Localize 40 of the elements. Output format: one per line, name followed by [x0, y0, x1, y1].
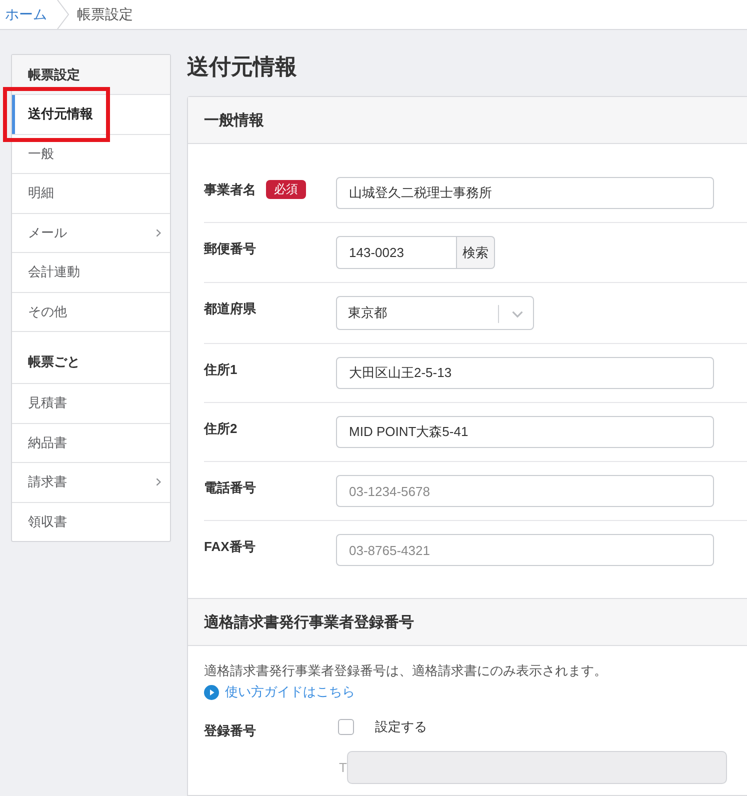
input-field[interactable]: 03-8765-4321 — [336, 534, 714, 566]
section-header: 一般情報 — [188, 97, 747, 144]
breadcrumb-current: 帳票設定 — [77, 6, 133, 24]
sidebar-item[interactable]: メール — [12, 214, 170, 252]
page-title: 送付元情報 — [187, 54, 298, 81]
play-circle-icon — [204, 684, 219, 700]
section-header: 適格請求書発行事業者登録番号 — [188, 598, 747, 646]
sidebar-item[interactable]: 請求書 — [12, 463, 170, 502]
field-label: 住所1 — [204, 360, 238, 378]
sidebar-item[interactable]: 会計連動 — [12, 253, 170, 292]
input-field[interactable]: 山城登久二税理士事務所 — [336, 177, 714, 209]
breadcrumb-link[interactable]: ホーム — [5, 6, 47, 24]
select-field[interactable]: 東京都 — [336, 296, 534, 330]
sidebar-heading: 帳票設定 — [12, 55, 170, 95]
sidebar-item[interactable]: 明細 — [12, 174, 170, 212]
input-field[interactable]: 03-1234-5678 — [336, 475, 714, 507]
sidebar-item[interactable]: 納品書 — [12, 424, 170, 462]
sidebar-item[interactable]: 領収書 — [12, 502, 170, 541]
sidebar-item[interactable]: 見積書 — [12, 384, 170, 422]
field-label: 都道府県 — [204, 300, 256, 318]
chevron-down-icon — [512, 311, 523, 318]
field-label: 事業者名 — [204, 180, 256, 198]
field-label: 郵便番号 — [204, 240, 256, 258]
sidebar-item[interactable]: その他 — [12, 292, 170, 331]
required-badge: 必須 — [266, 180, 306, 199]
checkbox-label: 設定する — [375, 718, 427, 736]
field-label: 電話番号 — [204, 478, 256, 496]
field-label: 登録番号 — [204, 722, 256, 740]
sidebar-heading: 帳票ごと — [12, 332, 170, 384]
input-field[interactable]: MID POINT大森5-41 — [336, 416, 714, 448]
sidebar-item[interactable]: 送付元情報 — [12, 95, 170, 134]
input-field[interactable]: 大田区山王2-5-13 — [336, 357, 714, 389]
field-label: 住所2 — [204, 420, 238, 438]
search-button[interactable]: 検索 — [457, 236, 495, 269]
note-text: 適格請求書発行事業者登録番号は、適格請求書にのみ表示されます。 — [204, 662, 608, 680]
sidebar-item[interactable]: 一般 — [12, 134, 170, 173]
prefix-text: T — [339, 760, 347, 774]
guide-link[interactable]: 使い方ガイドはこちら — [204, 682, 355, 702]
postal-code-field[interactable]: 143-0023 — [336, 236, 457, 269]
field-label: FAX番号 — [204, 538, 256, 556]
